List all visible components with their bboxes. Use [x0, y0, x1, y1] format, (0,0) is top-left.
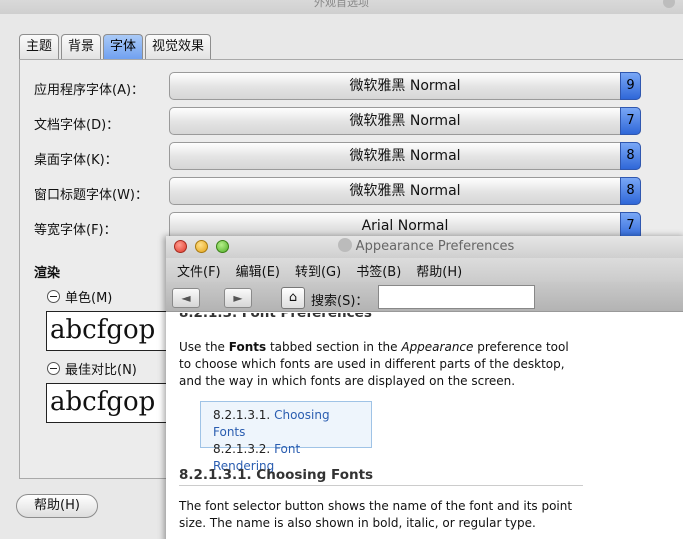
back-arrow-icon: ◄	[181, 291, 191, 305]
tab-theme[interactable]: 主题	[19, 34, 60, 60]
font-size: 8	[620, 177, 641, 205]
window-title: 外观首选项	[314, 0, 369, 9]
application-font-label: 应用程序字体(A)：	[34, 83, 145, 98]
font-size: 8	[620, 142, 641, 170]
back-button[interactable]: ◄	[172, 288, 200, 308]
monochrome-sample[interactable]: abcfgop	[46, 311, 176, 351]
toc-number: 8.2.1.3.2.	[213, 442, 271, 456]
rendering-heading: 渲染	[34, 266, 61, 281]
help-window-title: Appearance Preferences	[355, 239, 515, 254]
menu-bar: 文件(F) 编辑(E) 转到(G) 书签(B) 帮助(H)	[166, 258, 683, 282]
desktop-font-label: 桌面字体(K)：	[34, 153, 118, 168]
paragraph: Use the Fonts tabbed section in the Appe…	[179, 339, 579, 390]
section-heading: 8.2.1.3. Font Preferences	[179, 313, 372, 321]
tab-bar: 主题 背景 字体 视觉效果	[19, 34, 212, 60]
font-name: Arial Normal	[361, 218, 449, 234]
tab-fonts[interactable]: 字体	[103, 34, 144, 60]
window-control-icon[interactable]	[663, 0, 675, 8]
application-font-button[interactable]: 微软雅黑 Normal 9	[169, 72, 641, 100]
maximize-icon[interactable]	[216, 240, 229, 253]
document-view: 8.2.1.3. Font Preferences Use the Fonts …	[166, 313, 683, 539]
radio-icon[interactable]	[47, 290, 60, 303]
close-icon[interactable]	[174, 240, 187, 253]
home-button[interactable]: ⌂	[281, 287, 305, 309]
menu-edit[interactable]: 编辑(E)	[236, 261, 280, 280]
radio-icon[interactable]	[47, 362, 60, 375]
text: Use the	[179, 340, 229, 354]
toc-item[interactable]: 8.2.1.3.1. Choosing Fonts	[213, 407, 359, 441]
menu-go[interactable]: 转到(G)	[295, 261, 341, 280]
menu-help[interactable]: 帮助(H)	[416, 261, 462, 280]
window-titlebar: 外观首选项	[0, 0, 683, 14]
tab-visual-effects[interactable]: 视觉效果	[145, 34, 212, 60]
monochrome-option[interactable]: 单色(M)	[47, 287, 112, 306]
forward-arrow-icon: ►	[233, 291, 243, 305]
tab-background[interactable]: 背景	[61, 34, 102, 60]
font-size: 9	[620, 72, 641, 100]
help-window-titlebar: Appearance Preferences	[166, 236, 683, 258]
search-input[interactable]	[378, 285, 535, 309]
section-heading: 8.2.1.3.1. Choosing Fonts	[179, 467, 374, 483]
best-contrast-option[interactable]: 最佳对比(N)	[47, 359, 137, 378]
text-bold: Fonts	[228, 340, 267, 354]
help-button[interactable]: 帮助(H)	[16, 494, 98, 518]
paragraph: The font selector button shows the name …	[179, 499, 573, 530]
help-window: Appearance Preferences 文件(F) 编辑(E) 转到(G)…	[166, 236, 683, 539]
best-contrast-label: 最佳对比(N)	[65, 363, 137, 378]
font-name: 微软雅黑 Normal	[349, 148, 461, 164]
font-size: 7	[620, 107, 641, 135]
forward-button[interactable]: ►	[224, 288, 252, 308]
toolbar: ◄ ► ⌂ 搜索(S)：	[166, 282, 683, 312]
font-name: 微软雅黑 Normal	[349, 78, 461, 94]
monospace-font-label: 等宽字体(F)：	[34, 223, 117, 238]
menu-file[interactable]: 文件(F)	[177, 261, 221, 280]
search-label: 搜索(S)：	[311, 294, 369, 309]
toc-number: 8.2.1.3.1.	[213, 408, 271, 422]
text-italic: Appearance	[401, 340, 474, 354]
home-icon: ⌂	[288, 290, 298, 305]
table-of-contents: 8.2.1.3.1. Choosing Fonts 8.2.1.3.2. Fon…	[200, 401, 372, 473]
menu-bookmarks[interactable]: 书签(B)	[356, 261, 401, 280]
app-icon	[337, 238, 352, 252]
window-title-font-button[interactable]: 微软雅黑 Normal 8	[169, 177, 641, 205]
desktop-font-button[interactable]: 微软雅黑 Normal 8	[169, 142, 641, 170]
document-font-button[interactable]: 微软雅黑 Normal 7	[169, 107, 641, 135]
font-name: 微软雅黑 Normal	[349, 183, 461, 199]
monochrome-label: 单色(M)	[65, 291, 113, 306]
font-name: 微软雅黑 Normal	[349, 113, 461, 129]
divider	[179, 485, 583, 486]
document-font-label: 文档字体(D)：	[34, 118, 120, 133]
text: tabbed section in the	[266, 340, 402, 354]
window-title-font-label: 窗口标题字体(W)：	[34, 188, 148, 203]
best-contrast-sample[interactable]: abcfgop	[46, 383, 176, 423]
minimize-icon[interactable]	[195, 240, 208, 253]
